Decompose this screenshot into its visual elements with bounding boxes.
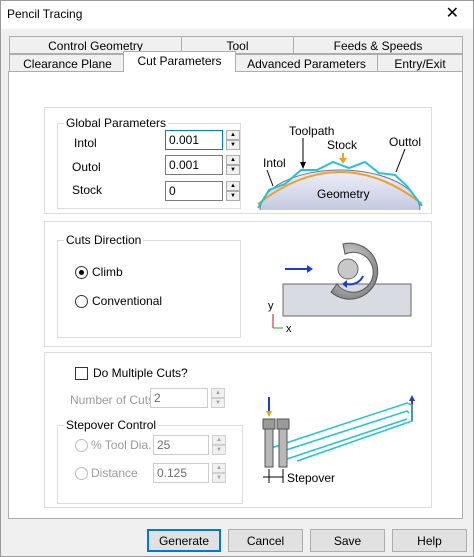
number-of-cuts-spinner[interactable]: ▲ ▼ [211,388,225,408]
tab-entry-exit[interactable]: Entry/Exit [377,54,463,72]
percent-tool-dia-label[interactable]: % Tool Dia. [91,438,151,452]
tab-clearance-plane[interactable]: Clearance Plane [9,54,126,72]
generate-button[interactable]: Generate [147,529,221,552]
climb-label[interactable]: Climb [92,265,123,279]
cancel-button[interactable]: Cancel [228,529,303,552]
number-of-cuts-input[interactable]: 2 [150,388,208,408]
multiple-cuts-label[interactable]: Do Multiple Cuts? [93,366,188,380]
tool-flute-2 [278,428,288,468]
save-button[interactable]: Save [310,529,385,552]
toolpath-pointer-arrow-icon [300,162,306,169]
cutter-hub [337,258,359,280]
workpiece-block [282,283,412,317]
tab-panel-cut-parameters: Global Parameters Intol 0.001 ▲ ▼ Outol 0… [8,71,463,519]
stepover-diagram: Stepover [262,395,415,485]
tool-flute-1 [264,428,274,468]
stock-arrow-head-icon [339,158,347,164]
tab-advanced-parameters[interactable]: Advanced Parameters [235,54,378,72]
intol-pointer [266,169,274,187]
tab-cut-parameters[interactable]: Cut Parameters [123,51,236,72]
tool-body-2 [276,418,290,430]
tool-body-1 [262,418,276,430]
cut-direction-diagram: y x [268,242,412,335]
section-multiple-cuts: Do Multiple Cuts? Number of Cuts 2 ▲ ▼ St… [44,352,432,508]
group-label-cuts-direction: Cuts Direction [64,233,144,247]
toolpath-pass-3 [286,418,408,460]
dialog-window: Pencil Tracing ✕ Control Geometry Tool F… [0,0,474,557]
distance-radio[interactable] [75,467,88,480]
retract-arrowhead-icon [409,395,415,401]
tab-feeds-speeds[interactable]: Feeds & Speeds [293,36,463,54]
diagram-label-stock: Stock [327,138,358,152]
multiple-cuts-checkbox[interactable] [75,367,88,380]
intol-spinner[interactable]: ▲ ▼ [226,130,240,150]
conventional-radio[interactable] [75,295,88,308]
climb-radio[interactable] [75,266,88,279]
title-bar: Pencil Tracing ✕ [1,1,473,29]
outol-label: Outol [72,160,101,174]
stock-label: Stock [72,183,103,197]
axis-label-y: y [268,300,274,312]
group-label-stepover-control: Stepover Control [64,418,159,432]
distance-spinner[interactable]: ▲ ▼ [212,463,226,483]
tolerance-diagram: Toolpath Stock Outtol Intol Geometry [257,124,423,210]
close-icon[interactable]: ✕ [446,5,459,23]
axis-label-x: x [286,323,292,335]
outtol-pointer [395,148,406,173]
section-global-parameters: Global Parameters Intol 0.001 ▲ ▼ Outol 0… [44,107,432,214]
intol-label: Intol [74,136,97,150]
outol-input[interactable]: 0.001 [165,155,223,175]
help-button[interactable]: Help [392,529,467,552]
stepover-label: Stepover [287,471,335,485]
stock-input[interactable]: 0 [165,181,223,201]
diagram-label-intol: Intol [263,156,286,170]
number-of-cuts-label: Number of Cuts [70,393,155,407]
section-cuts-direction: Cuts Direction Climb Conventional y x [44,221,432,347]
group-label-global-parameters: Global Parameters [64,116,169,130]
percent-tool-dia-input[interactable]: 25 [153,435,209,455]
diagram-label-outtol: Outtol [389,135,421,149]
conventional-label[interactable]: Conventional [92,294,162,308]
percent-tool-dia-spinner[interactable]: ▲ ▼ [212,435,226,455]
intol-input[interactable]: 0.001 [165,130,223,150]
distance-label[interactable]: Distance [91,466,138,480]
percent-tool-dia-radio[interactable] [75,439,88,452]
tool-feed-arrowhead-icon [266,411,272,417]
diagram-label-toolpath: Toolpath [289,124,334,138]
stock-spinner[interactable]: ▲ ▼ [226,181,240,201]
feed-direction-arrowhead-icon [307,265,313,273]
distance-input[interactable]: 0.125 [153,463,209,483]
outol-spinner[interactable]: ▲ ▼ [226,155,240,175]
toolpath-pass-2 [282,410,410,452]
window-title: Pencil Tracing [7,7,83,21]
diagram-label-geometry: Geometry [317,187,370,201]
group-cuts-direction: Cuts Direction [57,233,241,338]
